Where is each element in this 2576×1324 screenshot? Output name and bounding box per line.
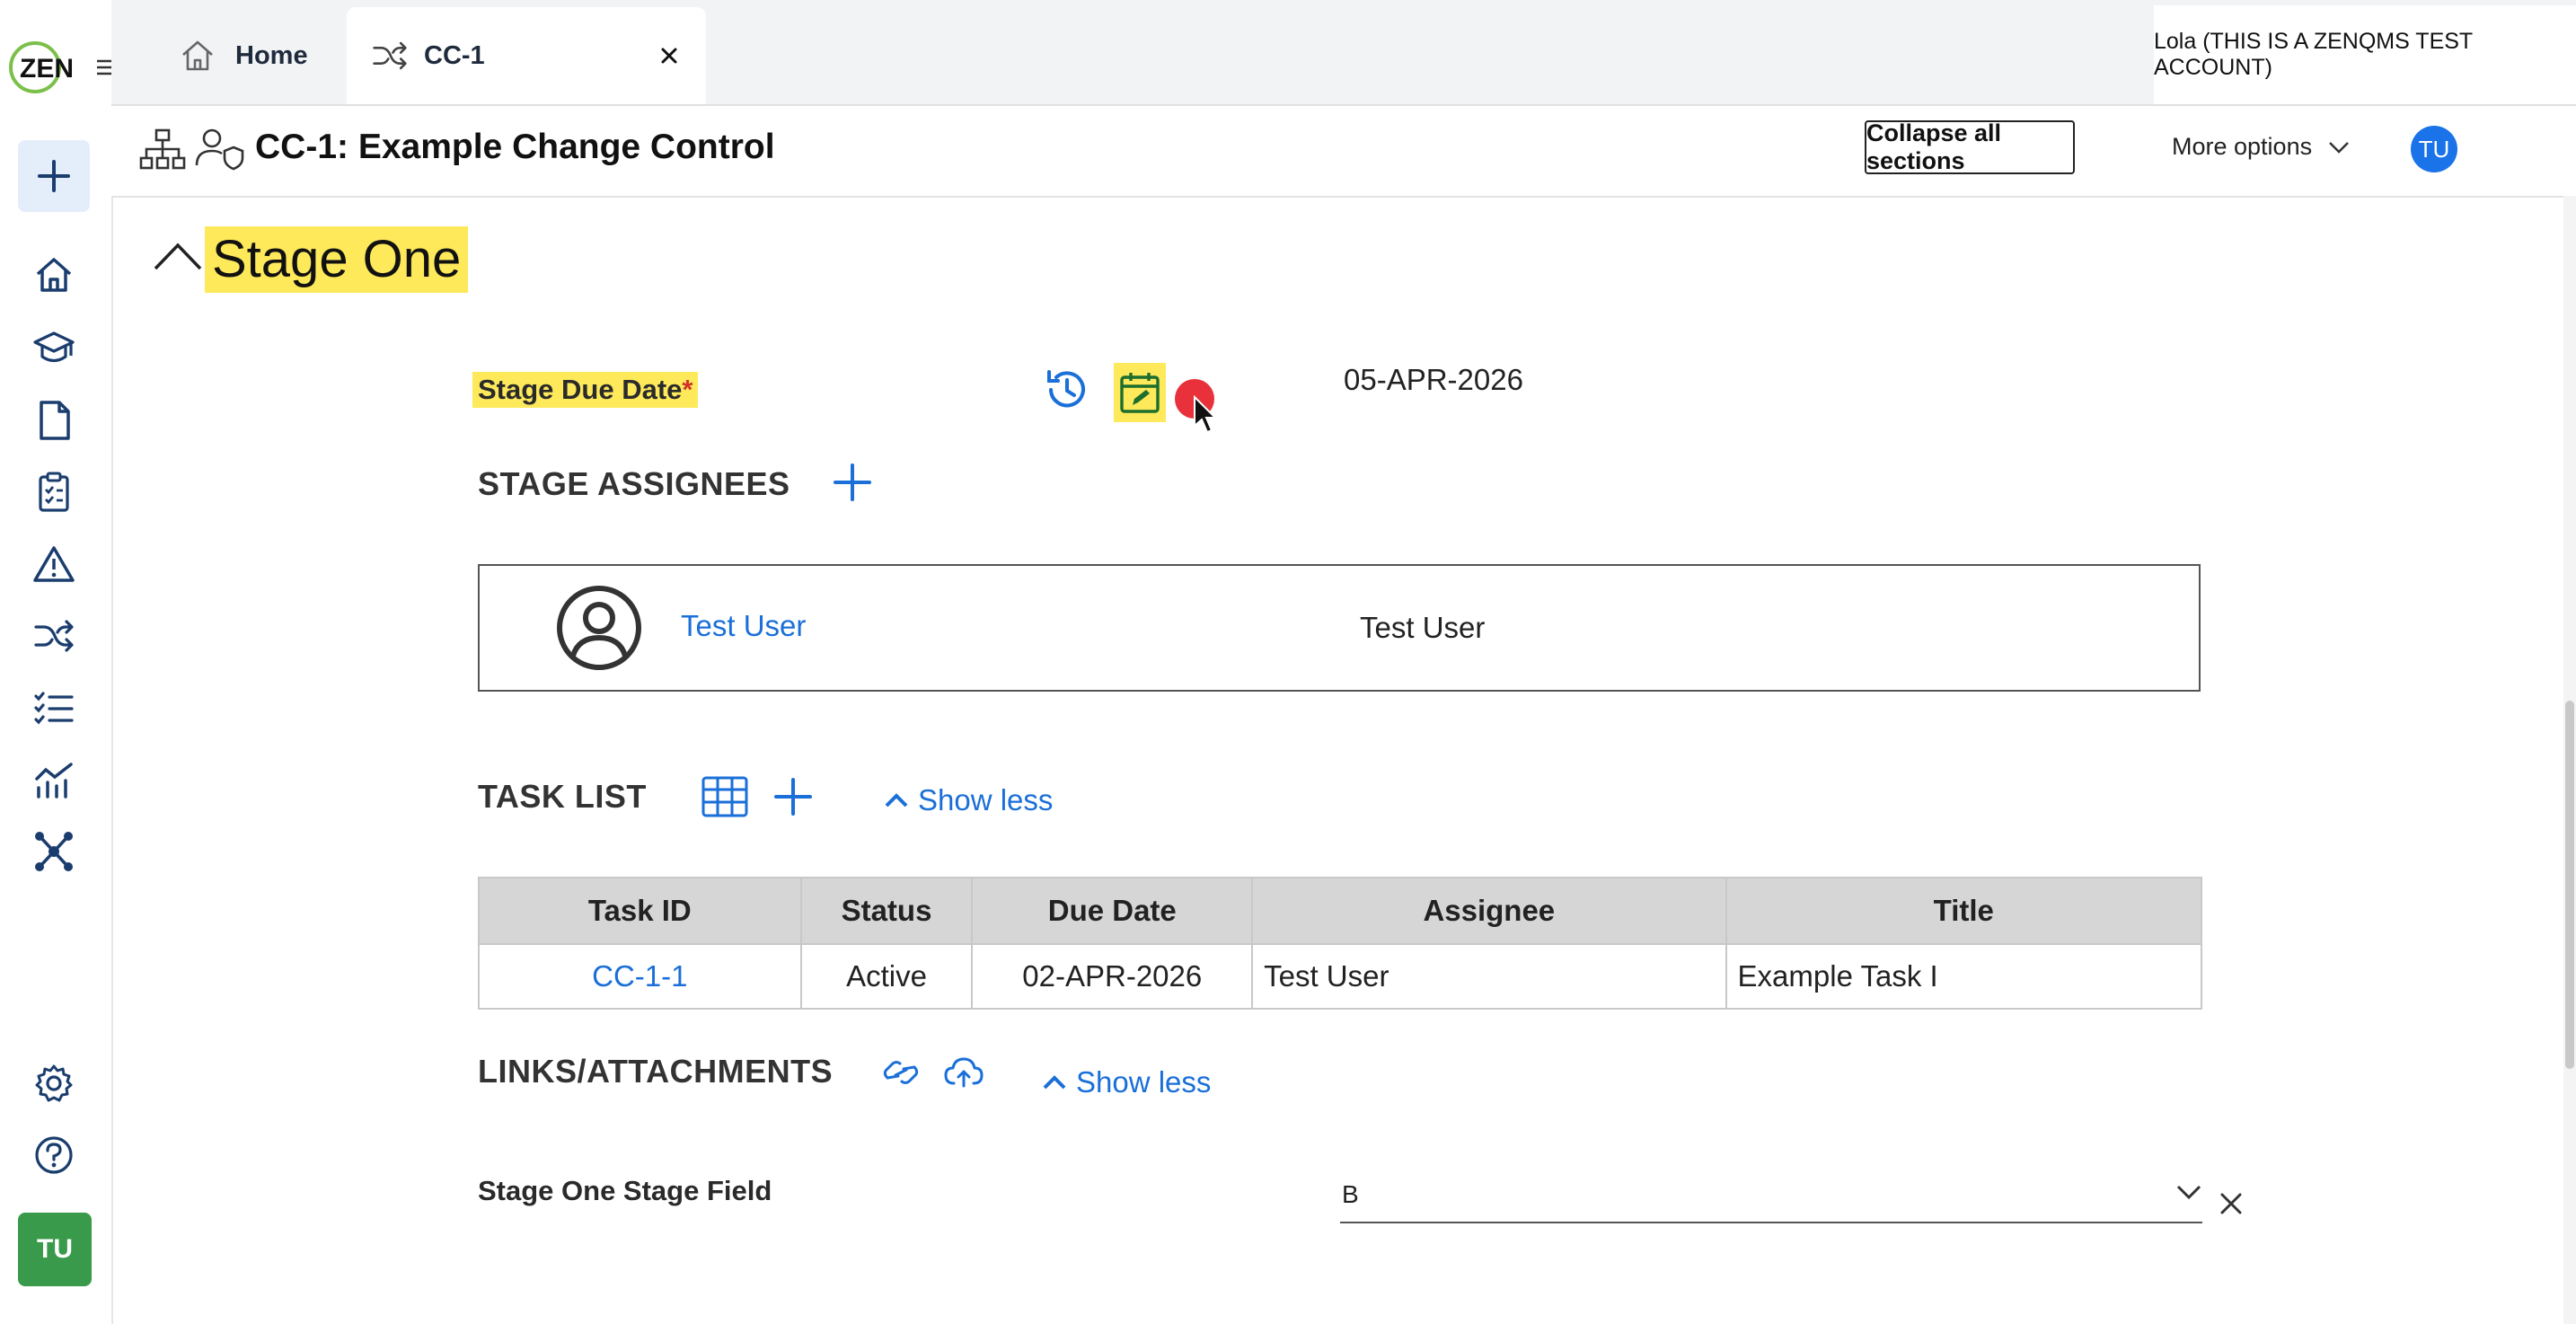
nav-reports-icon[interactable] — [27, 753, 81, 807]
stage-field-selected-value: B — [1342, 1180, 1359, 1208]
stage-title: Stage One — [205, 226, 469, 293]
task-assignee: Test User — [1251, 943, 1727, 1010]
record-header: CC-1: Example Change Control Collapse al… — [111, 106, 2576, 198]
chevron-up-icon — [1043, 1075, 1066, 1090]
task-title: Example Task I — [1725, 943, 2203, 1010]
header-avatar[interactable]: TU — [2411, 126, 2457, 172]
task-list-show-less-label: Show less — [918, 783, 1054, 816]
tab-close-icon[interactable] — [659, 46, 679, 66]
tab-cc-1[interactable]: CC-1 — [347, 7, 706, 104]
upload-cloud-icon[interactable] — [943, 1055, 984, 1090]
add-task-plus-icon[interactable] — [772, 776, 814, 817]
nav-checklist-icon[interactable] — [27, 465, 81, 519]
clear-field-icon[interactable] — [2219, 1191, 2244, 1216]
nav-home-icon[interactable] — [27, 248, 81, 302]
tab-cc-1-label: CC-1 — [424, 40, 485, 70]
task-table-header-row: Task ID Status Due Date Assignee Title — [478, 877, 2203, 945]
zen-logo-text: ZEN — [20, 54, 74, 84]
table-row: CC-1-1 Active 02-APR-2026 Test User Exam… — [478, 943, 2203, 1010]
nav-task-list-icon[interactable] — [27, 681, 81, 735]
stage-due-date-value[interactable]: 05-APR-2026 — [1344, 363, 1523, 397]
hierarchy-icon[interactable] — [138, 128, 187, 171]
change-control-icon — [373, 41, 407, 70]
user-shield-icon[interactable] — [194, 126, 246, 171]
more-options-dropdown[interactable]: More options — [2172, 133, 2350, 161]
home-icon — [182, 40, 213, 71]
plus-icon — [38, 160, 70, 192]
nav-help-icon[interactable] — [27, 1128, 81, 1182]
assignee-card: Test User Test User — [478, 564, 2201, 692]
task-due-date: 02-APR-2026 — [971, 943, 1254, 1010]
tab-home-label: Home — [235, 40, 308, 70]
task-table: Task ID Status Due Date Assignee Title C… — [478, 877, 2203, 1010]
nav-network-icon[interactable] — [27, 825, 81, 878]
stage-one-stage-field-label: Stage One Stage Field — [478, 1175, 772, 1206]
user-avatar-icon — [555, 584, 643, 672]
table-view-grid-icon[interactable] — [701, 774, 749, 819]
edit-date-calendar-icon[interactable] — [1114, 363, 1166, 422]
account-label[interactable]: Lola (THIS IS A ZENQMS TEST ACCOUNT) — [2154, 5, 2576, 104]
more-options-label: More options — [2172, 133, 2313, 160]
nav-change-control-icon[interactable] — [27, 609, 81, 663]
tab-bar: Home CC-1 Lola (THIS IS A ZENQMS TEST AC… — [111, 0, 2576, 106]
user-avatar-button[interactable]: TU — [18, 1213, 92, 1286]
task-status: Active — [799, 943, 974, 1010]
chevron-down-icon — [2329, 141, 2349, 154]
column-header-assignee[interactable]: Assignee — [1251, 877, 1727, 945]
nav-warning-icon[interactable] — [27, 537, 81, 591]
history-icon[interactable] — [1042, 365, 1092, 415]
zen-logo[interactable]: ZEN — [7, 40, 77, 95]
record-title: CC-1: Example Change Control — [255, 128, 775, 166]
task-list-heading: TASK LIST — [478, 778, 647, 815]
column-header-due-date[interactable]: Due Date — [971, 877, 1254, 945]
nav-settings-icon[interactable] — [27, 1056, 81, 1110]
collapse-all-sections-button[interactable]: Collapse all sections — [1865, 119, 2075, 174]
stage-assignees-heading: STAGE ASSIGNEES — [478, 465, 790, 502]
nav-training-icon[interactable] — [27, 322, 81, 375]
column-header-task-id[interactable]: Task ID — [478, 877, 802, 945]
create-new-button[interactable] — [18, 140, 90, 212]
stage-due-date-text: Stage Due Date — [478, 374, 683, 405]
links-attachments-heading: LINKS/ATTACHMENTS — [478, 1053, 834, 1090]
mouse-cursor-icon — [1193, 395, 1218, 435]
collapse-stage-chevron-up-icon[interactable] — [153, 241, 203, 271]
assignee-name-link[interactable]: Test User — [681, 609, 806, 643]
column-header-title[interactable]: Title — [1725, 877, 2203, 945]
required-marker: * — [682, 374, 693, 405]
task-id-link[interactable]: CC-1-1 — [478, 943, 802, 1010]
scrollbar-thumb[interactable] — [2565, 701, 2574, 1069]
task-list-show-less-link[interactable]: Show less — [884, 783, 1053, 817]
chevron-down-icon — [2176, 1185, 2201, 1200]
chevron-up-icon — [885, 793, 908, 808]
add-link-icon[interactable] — [882, 1056, 920, 1089]
column-header-status[interactable]: Status — [799, 877, 974, 945]
stage-one-stage-field-select[interactable]: B — [1340, 1168, 2202, 1223]
stage-due-date-label: Stage Due Date* — [472, 372, 699, 408]
add-assignee-plus-icon[interactable] — [832, 462, 873, 503]
links-show-less-link[interactable]: Show less — [1042, 1065, 1211, 1099]
assignee-name-text: Test User — [1360, 611, 1486, 644]
nav-documents-icon[interactable] — [27, 393, 81, 447]
links-show-less-label: Show less — [1076, 1065, 1212, 1099]
left-nav-rail: ZEN TU — [0, 0, 115, 1324]
